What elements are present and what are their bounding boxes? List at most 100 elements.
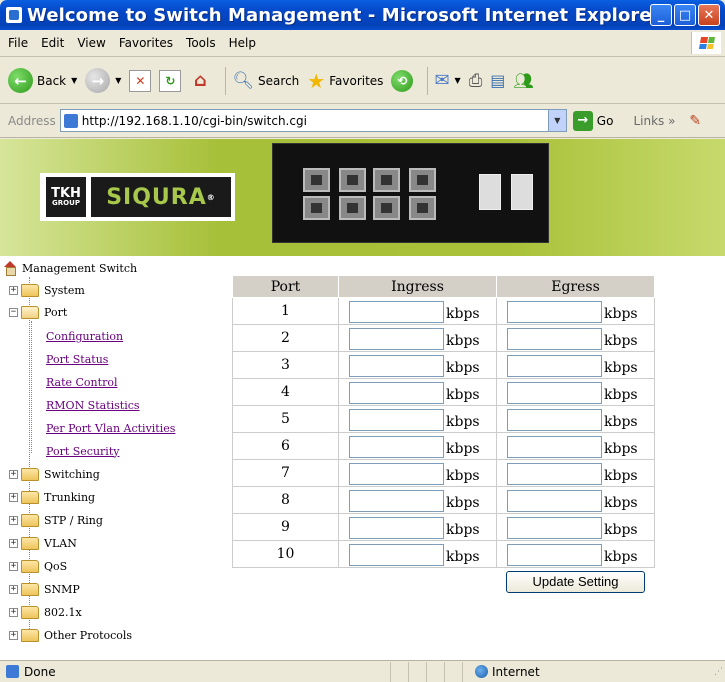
egress-rate-input[interactable] — [507, 463, 602, 485]
sfp-port[interactable] — [511, 174, 533, 210]
port-number: 2 — [232, 324, 339, 352]
ingress-rate-input[interactable] — [349, 382, 444, 404]
port-number: 10 — [232, 540, 339, 568]
egress-rate-input[interactable] — [507, 382, 602, 404]
refresh-button[interactable]: ↻ — [159, 69, 182, 92]
ingress-rate-input[interactable] — [349, 355, 444, 377]
egress-rate-input[interactable] — [507, 490, 602, 512]
egress-rate-input[interactable] — [507, 544, 602, 566]
extra-toolbar-icon[interactable]: ✎ — [689, 113, 701, 129]
expand-icon[interactable]: + — [9, 630, 18, 640]
expand-icon[interactable]: + — [9, 492, 18, 502]
close-button[interactable]: ✕ — [698, 4, 720, 26]
forward-dropdown-icon[interactable]: ▼ — [115, 76, 121, 85]
rj45-port[interactable] — [339, 196, 366, 220]
rj45-port[interactable] — [339, 168, 366, 192]
back-button[interactable]: ← Back ▼ — [8, 68, 77, 93]
rj45-port[interactable] — [409, 168, 436, 192]
ingress-rate-input[interactable] — [349, 544, 444, 566]
folder-icon — [21, 582, 39, 596]
tree-node-port[interactable]: − Port — [9, 303, 67, 321]
tree-node-qos[interactable]: + QoS — [9, 557, 67, 575]
tree-leaf-per-port-vlan-activities[interactable]: Per Port Vlan Activities — [46, 419, 175, 437]
menu-tools[interactable]: Tools — [186, 36, 216, 50]
folder-icon — [21, 283, 39, 297]
print-button[interactable]: ⎙ — [469, 71, 483, 91]
go-button[interactable]: → Go — [572, 110, 613, 131]
star-icon: ★ — [307, 68, 326, 93]
mail-button[interactable]: ✉ ▼ — [434, 70, 460, 91]
tree-node-stp-ring[interactable]: + STP / Ring — [9, 511, 103, 529]
tree-leaf-port-security[interactable]: Port Security — [46, 442, 119, 460]
ingress-rate-input[interactable] — [349, 517, 444, 539]
menu-view[interactable]: View — [77, 36, 105, 50]
tree-node-snmp[interactable]: + SNMP — [9, 580, 80, 598]
expand-icon[interactable]: + — [9, 607, 18, 617]
egress-rate-input[interactable] — [507, 436, 602, 458]
search-button[interactable]: 🔍︎ Search — [232, 71, 299, 91]
collapse-icon[interactable]: − — [9, 307, 18, 317]
egress-rate-input[interactable] — [507, 301, 602, 323]
tree-node-other-protocols[interactable]: + Other Protocols — [9, 626, 132, 644]
ingress-unit-label: kbps — [446, 387, 480, 403]
rj45-port[interactable] — [303, 168, 330, 192]
folder-icon — [21, 536, 39, 550]
table-row: 7 kbps kbps — [232, 459, 655, 487]
stop-button[interactable]: ✕ — [129, 69, 152, 92]
window-titlebar[interactable]: Welcome to Switch Management - Microsoft… — [0, 0, 725, 30]
tree-leaf-port-status[interactable]: Port Status — [46, 350, 108, 368]
tree-node-trunking[interactable]: + Trunking — [9, 488, 95, 506]
menu-file[interactable]: File — [8, 36, 28, 50]
tree-leaf-rmon-statistics[interactable]: RMON Statistics — [46, 396, 140, 414]
egress-rate-input[interactable] — [507, 517, 602, 539]
menu-edit[interactable]: Edit — [41, 36, 64, 50]
expand-icon[interactable]: + — [9, 561, 18, 571]
expand-icon[interactable]: + — [9, 469, 18, 479]
tree-node-switching[interactable]: + Switching — [9, 465, 100, 483]
ingress-rate-input[interactable] — [349, 436, 444, 458]
egress-rate-input[interactable] — [507, 355, 602, 377]
ingress-unit-label: kbps — [446, 414, 480, 430]
links-button[interactable]: Links » — [633, 114, 675, 128]
home-button[interactable]: ⌂ — [189, 70, 211, 92]
rj45-port[interactable] — [373, 196, 400, 220]
egress-rate-input[interactable] — [507, 409, 602, 431]
mail-dropdown-icon[interactable]: ▼ — [455, 76, 461, 85]
tree-leaf-configuration[interactable]: Configuration — [46, 327, 123, 345]
history-button[interactable]: ⟲ — [391, 69, 414, 92]
maximize-button[interactable]: □ — [674, 4, 696, 26]
rj45-port[interactable] — [409, 196, 436, 220]
table-row: 10 kbps kbps — [232, 540, 655, 568]
rj45-port[interactable] — [373, 168, 400, 192]
tree-node-system[interactable]: + System — [9, 281, 85, 299]
favorites-button[interactable]: ★ Favorites — [307, 69, 383, 93]
expand-icon[interactable]: + — [9, 584, 18, 594]
expand-icon[interactable]: + — [9, 515, 18, 525]
sfp-port[interactable] — [479, 174, 501, 210]
forward-button[interactable]: → ▼ — [85, 68, 121, 93]
address-input[interactable]: http://192.168.1.10/cgi-bin/switch.cgi ▼ — [59, 109, 567, 132]
resize-grip-icon[interactable]: ⋰ — [714, 667, 723, 677]
ingress-rate-input[interactable] — [349, 409, 444, 431]
address-dropdown-icon[interactable]: ▼ — [547, 110, 566, 131]
back-dropdown-icon[interactable]: ▼ — [71, 76, 77, 85]
home-icon — [3, 261, 17, 276]
menu-favorites[interactable]: Favorites — [119, 36, 173, 50]
rj45-port[interactable] — [303, 196, 330, 220]
ingress-rate-input[interactable] — [349, 490, 444, 512]
menu-help[interactable]: Help — [229, 36, 256, 50]
messenger-button[interactable]: 👥︎ — [513, 71, 533, 90]
minimize-button[interactable]: _ — [650, 4, 672, 26]
ingress-rate-input[interactable] — [349, 463, 444, 485]
tree-root[interactable]: Management Switch — [3, 259, 137, 277]
tree-node-8021x[interactable]: + 802.1x — [9, 603, 82, 621]
update-setting-button[interactable]: Update Setting — [506, 570, 645, 593]
tree-leaf-rate-control[interactable]: Rate Control — [46, 373, 117, 391]
ingress-rate-input[interactable] — [349, 328, 444, 350]
ingress-rate-input[interactable] — [349, 301, 444, 323]
tree-node-vlan[interactable]: + VLAN — [9, 534, 77, 552]
expand-icon[interactable]: + — [9, 538, 18, 548]
expand-icon[interactable]: + — [9, 285, 18, 295]
egress-rate-input[interactable] — [507, 328, 602, 350]
edit-button[interactable]: ▤ — [490, 71, 505, 90]
